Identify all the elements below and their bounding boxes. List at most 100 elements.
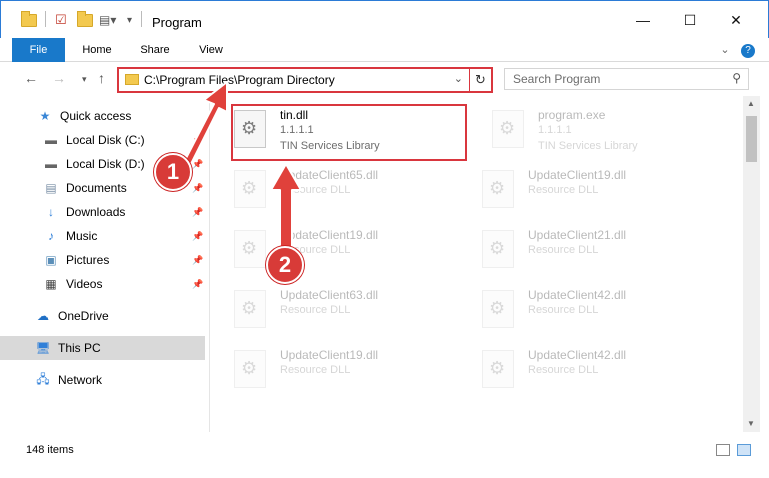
- network-icon: 🖧: [36, 371, 50, 386]
- minimize-button[interactable]: —: [620, 1, 666, 39]
- tab-view[interactable]: View: [187, 38, 235, 62]
- search-icon: ⚲: [732, 71, 741, 85]
- file-name: program.exe: [538, 108, 606, 122]
- sidebar-item-network[interactable]: 🖧 Network: [0, 368, 205, 392]
- file-name: UpdateClient65.dll: [280, 168, 379, 182]
- file-description: Resource DLL: [528, 184, 599, 196]
- search-placeholder: Search Program: [513, 72, 601, 86]
- scroll-up-icon[interactable]: ▲: [747, 99, 755, 108]
- file-item[interactable]: UpdateClient42.dll Resource DLL: [478, 344, 718, 398]
- tab-share[interactable]: Share: [131, 38, 179, 62]
- navigation-pane: ★ Quick access ▬ Local Disk (C:) 📌 ▬ Loc…: [0, 96, 210, 432]
- search-input[interactable]: Search Program ⚲: [504, 68, 749, 90]
- file-name: UpdateClient21.dll: [528, 228, 627, 242]
- computer-icon: 🖥: [35, 341, 51, 355]
- file-name: UpdateClient42.dll: [528, 288, 627, 302]
- sidebar-item-label: Documents: [66, 181, 127, 195]
- recent-dropdown-icon[interactable]: ▾: [82, 74, 87, 85]
- customize-dropdown-icon[interactable]: ▾: [127, 11, 132, 29]
- file-item[interactable]: UpdateClient19.dll Resource DLL: [230, 344, 470, 398]
- sidebar-item-downloads[interactable]: ↓ Downloads 📌: [0, 200, 205, 224]
- address-row: ← → ▾ ↑ C:\Program Files\Program Directo…: [0, 62, 769, 96]
- file-item[interactable]: UpdateClient65.dll Resource DLL: [230, 164, 470, 218]
- sidebar-item-this-pc[interactable]: 🖥 This PC: [0, 336, 205, 360]
- sidebar-item-quick-access[interactable]: ★ Quick access: [0, 104, 205, 128]
- sidebar-item-label: Music: [66, 229, 98, 243]
- file-item[interactable]: program.exe 1.1.1.1 TIN Services Library: [488, 104, 728, 158]
- file-description: Resource DLL: [528, 244, 599, 256]
- view-options-icon[interactable]: ▤▾: [99, 11, 116, 29]
- scroll-down-icon[interactable]: ▼: [747, 419, 755, 428]
- divider: [45, 11, 46, 27]
- file-name: UpdateClient19.dll: [280, 228, 379, 242]
- cloud-icon: ☁: [37, 309, 49, 323]
- sidebar-item-label: Network: [58, 373, 103, 387]
- sidebar-item-videos[interactable]: ▦ Videos 📌: [0, 272, 205, 296]
- scroll-thumb[interactable]: [746, 116, 757, 162]
- downloads-icon: ↓: [48, 205, 54, 219]
- sidebar-item-pictures[interactable]: ▣ Pictures 📌: [0, 248, 205, 272]
- tin-dll-highlight-box: [231, 104, 467, 161]
- vertical-scrollbar[interactable]: ▲ ▼: [743, 96, 760, 432]
- dll-file-icon: [482, 170, 514, 208]
- pin-icon: 📌: [192, 254, 204, 265]
- file-description: Resource DLL: [280, 304, 351, 316]
- sidebar-item-label: Pictures: [66, 253, 110, 267]
- sidebar-item-label: Local Disk (C:): [66, 133, 145, 147]
- properties-icon[interactable]: ☑: [55, 11, 67, 29]
- file-description: Resource DLL: [280, 184, 351, 196]
- sidebar-item-music[interactable]: ♪ Music 📌: [0, 224, 205, 248]
- tab-file[interactable]: File: [12, 38, 65, 62]
- chevron-down-icon[interactable]: ⌄: [454, 72, 463, 85]
- folder-icon: [125, 74, 139, 85]
- dll-file-icon: [234, 290, 266, 328]
- sidebar-item-local-disk-c[interactable]: ▬ Local Disk (C:) 📌: [0, 128, 205, 152]
- title-bar: ☑ ▤▾ ▾ Program — ☐ ✕: [0, 0, 769, 38]
- sidebar-item-label: OneDrive: [58, 309, 109, 323]
- documents-icon: ▤: [45, 181, 57, 195]
- item-count: 148 items: [26, 444, 74, 456]
- file-item[interactable]: UpdateClient21.dll Resource DLL: [478, 224, 718, 278]
- exe-file-icon: [492, 110, 524, 148]
- address-bar[interactable]: C:\Program Files\Program Directory ⌄ ↻: [117, 67, 493, 93]
- pin-icon: 📌: [192, 206, 204, 217]
- help-icon[interactable]: ?: [739, 38, 757, 62]
- pictures-icon: ▣: [45, 253, 57, 267]
- close-button[interactable]: ✕: [713, 1, 759, 39]
- back-arrow-icon[interactable]: ←: [24, 70, 38, 86]
- file-item[interactable]: UpdateClient19.dll Resource DLL: [478, 164, 718, 218]
- dll-file-icon: [482, 230, 514, 268]
- up-arrow-icon[interactable]: ↑: [98, 70, 105, 86]
- ribbon-expand-icon[interactable]: ⌄: [716, 38, 734, 62]
- sidebar-item-label: This PC: [58, 341, 101, 355]
- divider: [141, 11, 142, 27]
- pin-icon: 📌: [192, 134, 204, 145]
- dll-file-icon: [234, 350, 266, 388]
- videos-icon: ▦: [45, 277, 57, 291]
- large-icons-view-icon[interactable]: [737, 444, 751, 456]
- window-title: Program: [152, 15, 202, 30]
- details-view-icon[interactable]: [716, 444, 730, 456]
- file-description: TIN Services Library: [538, 140, 638, 152]
- folder-icon[interactable]: [21, 10, 37, 29]
- refresh-icon[interactable]: ↻: [469, 69, 491, 91]
- step-2-badge: 2: [266, 246, 304, 284]
- file-item[interactable]: UpdateClient42.dll Resource DLL: [478, 284, 718, 338]
- drive-icon: ▬: [45, 133, 57, 147]
- file-item[interactable]: UpdateClient63.dll Resource DLL: [230, 284, 470, 338]
- address-path: C:\Program Files\Program Directory: [144, 73, 335, 87]
- sidebar-item-label: Local Disk (D:): [66, 157, 145, 171]
- music-icon: ♪: [48, 229, 54, 243]
- file-name: UpdateClient42.dll: [528, 348, 627, 362]
- new-folder-icon[interactable]: [77, 10, 93, 29]
- file-name: UpdateClient19.dll: [528, 168, 627, 182]
- sidebar-item-onedrive[interactable]: ☁ OneDrive: [0, 304, 205, 328]
- pin-icon: 📌: [192, 182, 204, 193]
- step-1-badge: 1: [154, 153, 192, 191]
- tab-home[interactable]: Home: [73, 38, 121, 62]
- sidebar-item-label: Downloads: [66, 205, 126, 219]
- status-bar: 148 items: [0, 432, 769, 478]
- forward-arrow-icon[interactable]: →: [52, 70, 66, 86]
- file-name: UpdateClient63.dll: [280, 288, 379, 302]
- maximize-button[interactable]: ☐: [667, 1, 713, 39]
